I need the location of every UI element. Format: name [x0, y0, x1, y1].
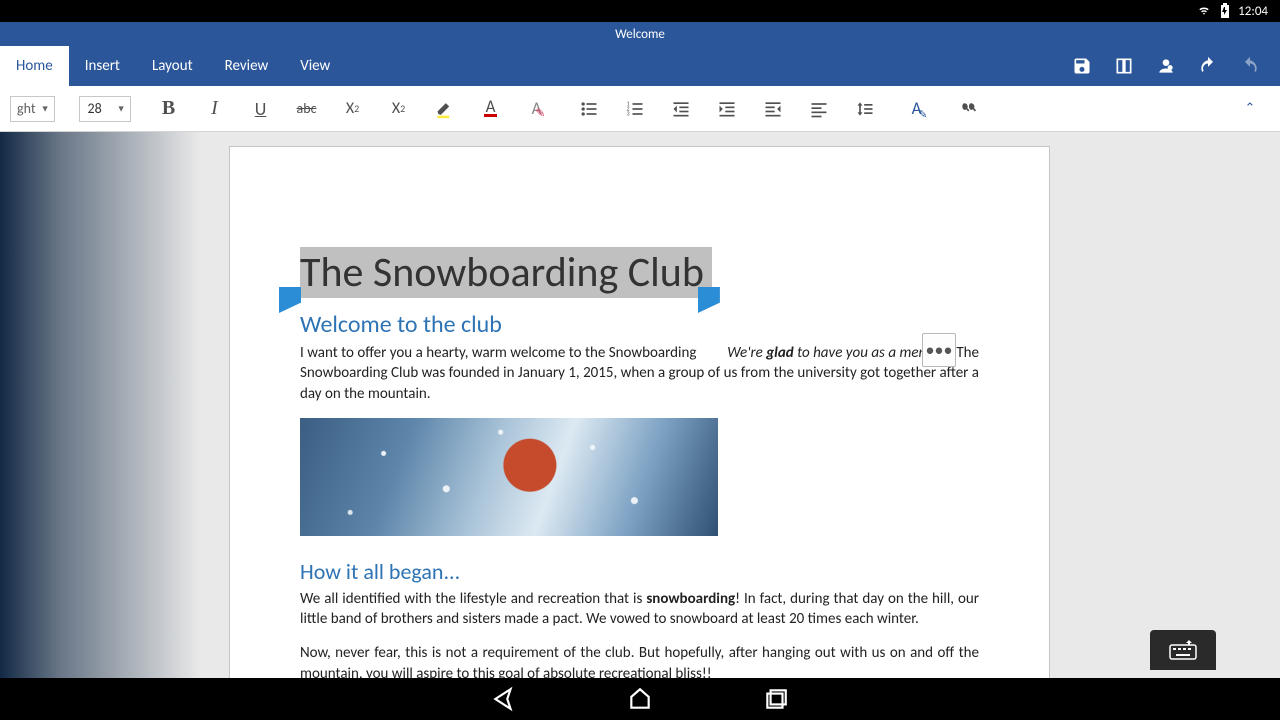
font-name-select[interactable]: ght▼ — [10, 96, 55, 122]
undo-icon[interactable] — [1198, 56, 1218, 76]
strikethrough-button[interactable]: abc — [293, 95, 321, 123]
document-page: The Snowboarding Club Welcome to the clu… — [229, 146, 1050, 700]
tab-insert[interactable]: Insert — [69, 46, 136, 86]
decrease-indent-button[interactable] — [667, 95, 695, 123]
svg-text:3: 3 — [626, 109, 629, 117]
underline-button[interactable]: U — [247, 95, 275, 123]
document-title: Welcome — [615, 27, 665, 42]
doc-heading-1[interactable]: The Snowboarding Club — [300, 247, 712, 298]
numbered-list-button[interactable]: 123 — [621, 95, 649, 123]
android-status-bar: 12:04 — [0, 0, 1280, 22]
share-icon[interactable] — [1156, 56, 1176, 76]
doc-heading-began[interactable]: How it all began... — [300, 558, 979, 585]
special-indent-button[interactable] — [759, 95, 787, 123]
status-time: 12:04 — [1238, 4, 1268, 19]
document-canvas[interactable]: The Snowboarding Club Welcome to the clu… — [0, 132, 1280, 700]
doc-paragraph-1[interactable]: I want to offer you a hearty, warm welco… — [300, 343, 979, 404]
subscript-button[interactable]: X2 — [339, 95, 367, 123]
context-menu-button[interactable]: ••• — [922, 333, 956, 367]
save-icon[interactable] — [1072, 56, 1092, 76]
tab-review[interactable]: Review — [209, 46, 285, 86]
tab-layout[interactable]: Layout — [136, 46, 209, 86]
ribbon-tab-strip: Home Insert Layout Review View — [0, 46, 1280, 86]
formatting-toolbar: ght▼ 28▼ B I U abc X2 X2 A A✎ 123 A✎ — [0, 86, 1280, 132]
home-icon[interactable] — [627, 686, 653, 712]
increase-indent-button[interactable] — [713, 95, 741, 123]
bold-button[interactable]: B — [155, 95, 183, 123]
wifi-icon — [1196, 4, 1212, 18]
android-nav-bar — [0, 678, 1280, 720]
superscript-button[interactable]: X2 — [385, 95, 413, 123]
line-spacing-button[interactable] — [851, 95, 879, 123]
reading-view-icon[interactable] — [1114, 56, 1134, 76]
doc-paragraph-2[interactable]: We all identified with the lifestyle and… — [300, 589, 979, 630]
back-icon[interactable] — [491, 686, 517, 712]
battery-icon — [1220, 3, 1230, 19]
tab-home[interactable]: Home — [0, 46, 69, 86]
tab-view[interactable]: View — [284, 46, 346, 86]
styles-button[interactable]: A✎ — [903, 95, 931, 123]
highlight-button[interactable] — [431, 95, 459, 123]
keyboard-toggle-button[interactable] — [1150, 630, 1216, 670]
selection-handle-start[interactable] — [279, 287, 301, 313]
expand-ribbon-button[interactable]: ⌃ — [1236, 95, 1264, 123]
find-button[interactable] — [955, 95, 983, 123]
doc-image-snowboarder[interactable] — [300, 418, 718, 536]
window-title-bar: Welcome — [0, 22, 1280, 46]
font-color-button[interactable]: A — [477, 95, 505, 123]
doc-heading-welcome[interactable]: Welcome to the club — [300, 310, 979, 339]
clear-formatting-button[interactable]: A✎ — [523, 95, 551, 123]
italic-button[interactable]: I — [201, 95, 229, 123]
alignment-button[interactable] — [805, 95, 833, 123]
bullet-list-button[interactable] — [575, 95, 603, 123]
font-size-select[interactable]: 28▼ — [79, 96, 131, 122]
recents-icon[interactable] — [763, 686, 789, 712]
redo-icon[interactable] — [1240, 56, 1260, 76]
